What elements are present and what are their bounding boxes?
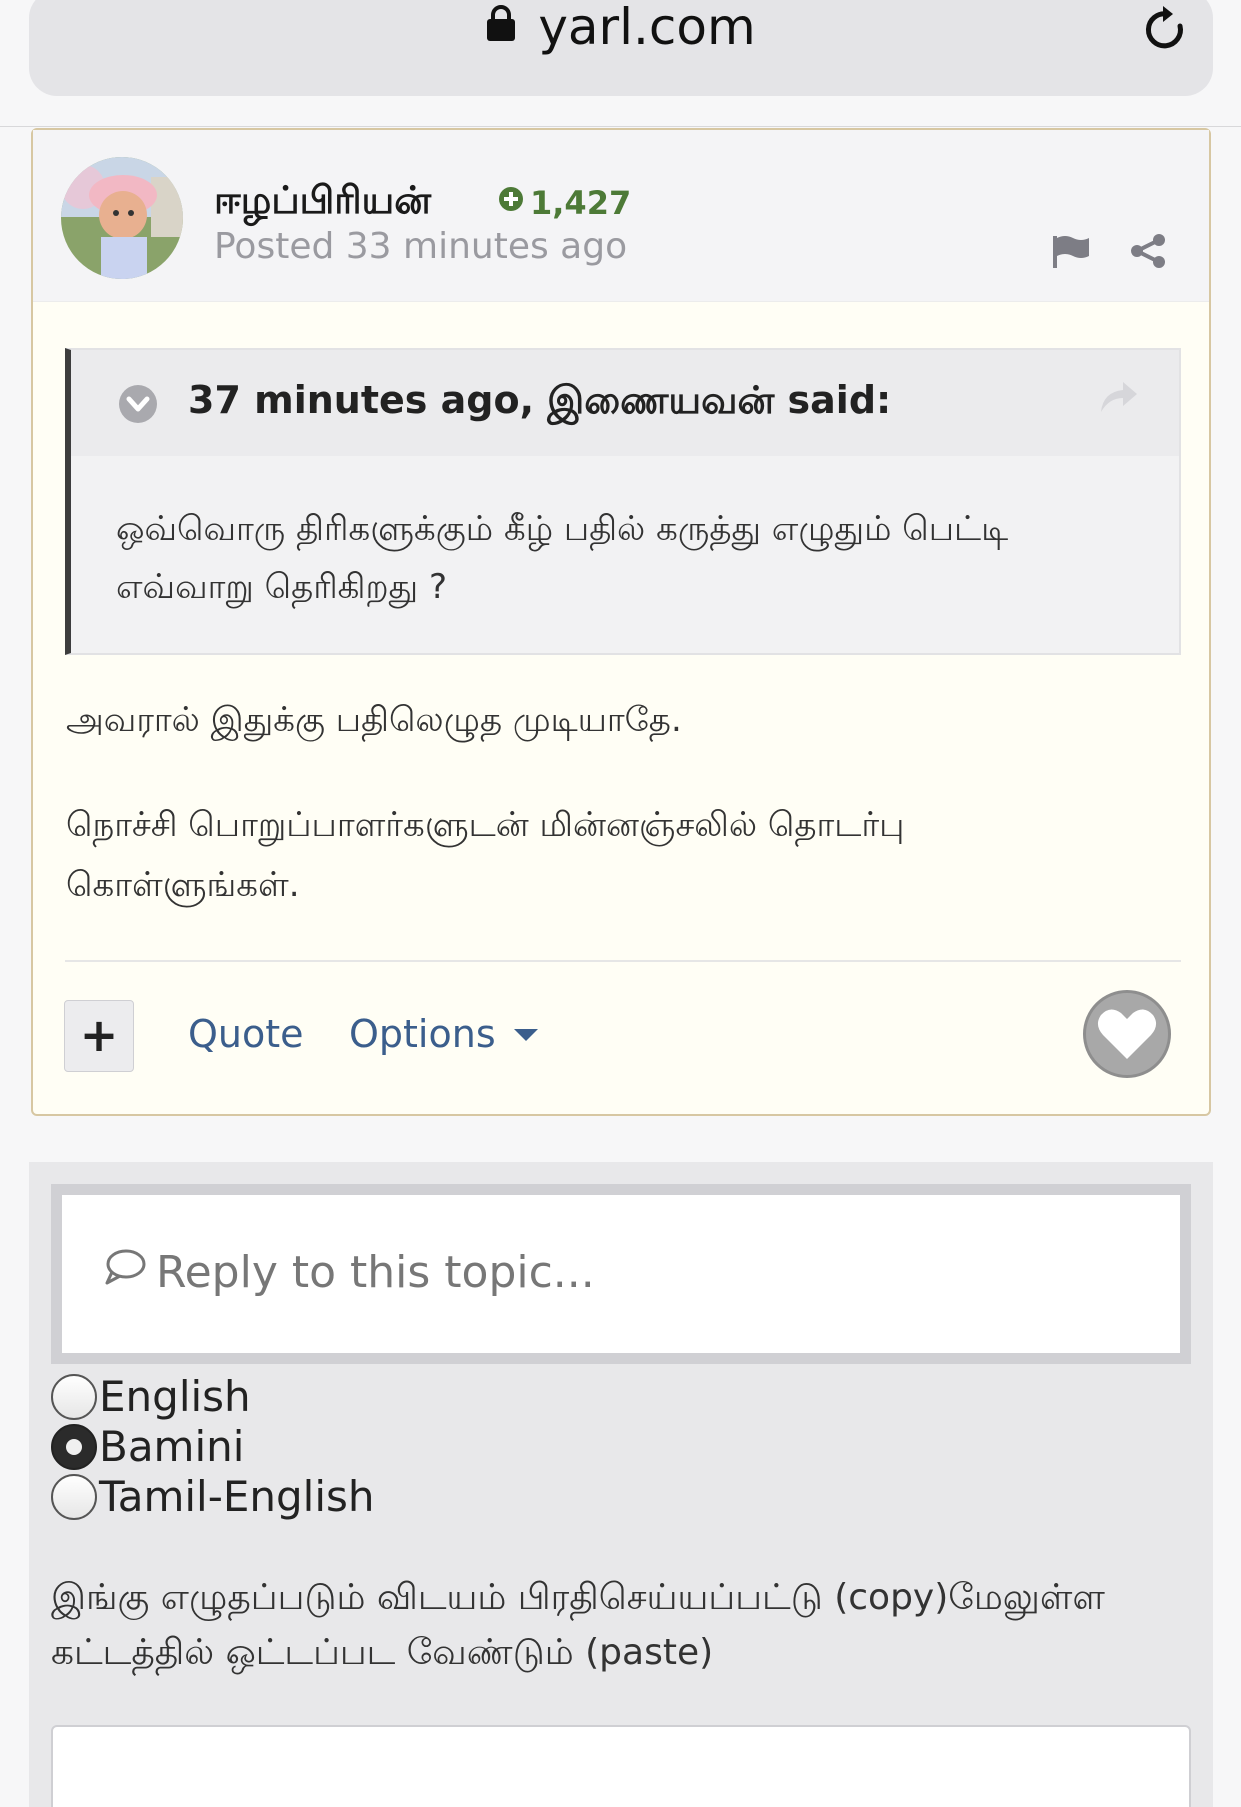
post-paragraph: நொச்சி பொறுப்பாளர்களுடன் மின்னஞ்சலில் தொ… [66, 805, 905, 905]
author-name[interactable]: ஈழப்பிரியன் [214, 178, 431, 228]
post-paragraph: அவரால் இதுக்கு பதிலெழுத முடியாதே. [66, 700, 682, 740]
browser-toolbar: yarl.com [0, 0, 1241, 127]
quote-button[interactable]: Quote [188, 1012, 304, 1056]
quote-citation: 37 minutes ago, இணையவன் said: [188, 378, 892, 422]
options-label: Options [349, 1012, 496, 1056]
transliteration-note: இங்கு எழுதப்படும் விடயம் பிரதிசெய்யப்பட்… [51, 1577, 1105, 1673]
chevron-down-icon [513, 1029, 538, 1041]
reply-input[interactable]: Reply to this topic... [51, 1184, 1191, 1364]
heart-icon [1086, 1009, 1168, 1079]
radio-tamil-english[interactable] [51, 1473, 97, 1520]
input-mode-tamil-english[interactable]: Tamil-English [51, 1472, 375, 1522]
forum-post: ஈழப்பிரியன் 1,427 Posted 33 minutes ago [31, 128, 1211, 1116]
url-display[interactable]: yarl.com [29, 0, 1213, 60]
flag-icon[interactable] [1051, 234, 1091, 274]
speech-bubble-icon [104, 1246, 146, 1297]
input-mode-english[interactable]: English [51, 1372, 251, 1422]
transliteration-textarea[interactable] [51, 1725, 1191, 1807]
quote-toggle-icon[interactable] [118, 384, 158, 428]
divider [65, 960, 1181, 962]
post-timestamp[interactable]: Posted 33 minutes ago [214, 226, 627, 267]
reputation-count: 1,427 [530, 184, 632, 222]
post-header: ஈழப்பிரியன் 1,427 Posted 33 minutes ago [33, 130, 1209, 302]
input-mode-label: Bamini [99, 1422, 245, 1471]
like-button[interactable] [1083, 990, 1171, 1078]
radio-english[interactable] [51, 1373, 97, 1420]
share-icon[interactable] [1129, 232, 1167, 274]
options-menu[interactable]: Options [349, 1012, 538, 1056]
quote-block: 37 minutes ago, இணையவன் said: ஒவ்வொரு தி… [65, 348, 1181, 655]
avatar[interactable] [61, 157, 183, 279]
reply-section: Reply to this topic... English Bamini Ta… [29, 1162, 1213, 1807]
reply-placeholder: Reply to this topic... [104, 1247, 595, 1301]
input-mode-label: Tamil-English [99, 1472, 375, 1521]
quote-text: ஒவ்வொரு திரிகளுக்கும் கீழ் பதில் கருத்து… [116, 509, 1009, 607]
multiquote-button[interactable]: + [64, 1000, 134, 1072]
reload-icon[interactable] [1143, 4, 1189, 58]
lock-icon [486, 0, 516, 54]
url-text: yarl.com [538, 0, 756, 56]
input-mode-bamini[interactable]: Bamini [51, 1422, 244, 1472]
reputation-plus-icon [498, 182, 524, 220]
input-mode-label: English [99, 1372, 251, 1421]
quote-header: 37 minutes ago, இணையவன் said: [71, 350, 1179, 456]
radio-bamini[interactable] [51, 1423, 97, 1470]
reputation-badge: 1,427 [498, 184, 631, 224]
address-bar[interactable]: yarl.com [29, 0, 1213, 96]
quote-forward-icon[interactable] [1099, 380, 1139, 418]
reply-placeholder-text: Reply to this topic... [156, 1247, 595, 1298]
